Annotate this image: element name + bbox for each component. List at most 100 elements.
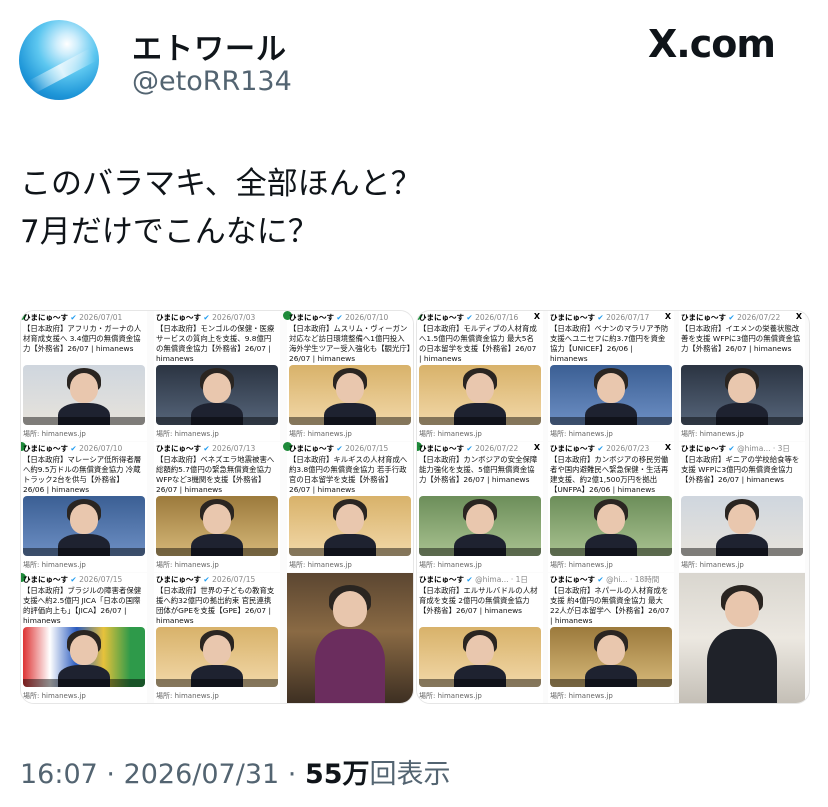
x-icon: X [664,443,671,452]
card-account: ひまにゅ〜す [419,313,464,322]
x-icon: X [664,312,671,321]
card-date: 2026/07/01 [79,313,123,322]
news-card: ひまにゅ〜す ✔ 2026/07/17 X 【日本政府】ベナンのマラリア予防支援… [548,311,674,441]
x-com-logo: X.com [648,22,776,66]
card-account: ひまにゅ〜す [289,313,334,322]
card-text: 【日本政府】モルディブの人材育成へ1.5億円の無償資金協力 最大5名の日本留学を… [419,324,537,363]
card-text: 【日本政府】モンゴルの保健・医療サービスの質向上を支援、9.8億円の無償資金協力… [156,324,275,363]
card-text: 【日本政府】イエメンの栄養状態改善を支援 WFPに3億円の無償資金協力【外務省】… [681,324,801,353]
avatar[interactable] [19,20,99,100]
verified-icon: ✔ [336,313,343,322]
tweet-date[interactable]: 2026/07/31 [124,759,280,790]
card-account: ひまにゅ〜す [156,444,201,453]
card-date: 2026/07/17 [606,313,650,322]
card-account: ひまにゅ〜す [23,575,68,584]
card-date: 2026/07/15 [345,444,389,453]
news-card: ひまにゅ〜す ✔ 2026/07/23 X 【日本政府】カンボジアの移民労働者や… [548,442,674,572]
card-date: 2026/07/16 [475,313,519,322]
card-source: 場所: himanews.jp [419,430,482,438]
card-account: ひまにゅ〜す [681,313,726,322]
x-icon: X [533,312,540,321]
card-text: 【日本政府】マレーシア低所得者層へ約9.5万ドルの無償資金協力 冷蔵トラック2台… [23,455,142,494]
tweet-text: このバラマキ、全部ほんと？ 7月だけでこんなに？ [20,160,422,256]
card-date: 2026/07/03 [212,313,256,322]
card-date: 2026/07/22 [475,444,519,453]
verified-icon: ✔ [597,444,604,453]
card-source: 場所: himanews.jp [156,561,219,569]
card-text: 【日本政府】ブラジルの障害者保健支援へ約2.5億円 JICA「日本の国際的評価向… [23,586,142,625]
card-account: ひまにゅ〜す [550,575,595,584]
card-source: 場所: himanews.jp [23,561,86,569]
card-source: 場所: himanews.jp [681,430,744,438]
card-account: ひまにゅ〜す [23,444,68,453]
card-date: 2026/07/23 [606,444,650,453]
verified-icon: ✔ [70,313,77,322]
card-account: ひまにゅ〜す [156,575,201,584]
card-text: 【日本政府】ネパールの人材育成を支援 約4億円の無償資金協力 最大22人が日本留… [550,586,670,625]
card-account: ひまにゅ〜す [550,444,595,453]
parliament-photo [287,573,413,703]
verified-icon: ✔ [597,575,604,584]
x-icon: X [533,443,540,452]
news-card: ひまにゅ〜す ✔ @hima... · 1日 【日本政府】エルサルバドルの人材育… [417,573,543,703]
separator: · [97,759,124,790]
card-photo [550,496,672,556]
verified-icon: ✔ [466,575,473,584]
tweet-time[interactable]: 16:07 [20,759,98,790]
news-card: ひまにゅ〜す ✔ 2026/07/22 X 【日本政府】カンボジアの安全保障能力… [417,442,543,572]
card-date: 2026/07/10 [345,313,389,322]
view-count: 55万 [304,759,370,790]
news-card: ひまにゅ〜す ✔ 2026/07/10 【日本政府】ムスリム・ヴィーガン対応など… [283,311,413,441]
verified-icon: ✔ [728,444,735,453]
verified-icon: ✔ [203,313,210,322]
card-photo [156,496,278,556]
card-source: 場所: himanews.jp [550,692,613,700]
verified-icon: ✔ [70,575,77,584]
card-date: 2026/07/15 [212,575,256,584]
portrait-photo [679,573,805,703]
card-account: ひまにゅ〜す [156,313,201,322]
card-source: 場所: himanews.jp [419,561,482,569]
verified-icon: ✔ [597,313,604,322]
card-photo [550,365,672,425]
card-source: 場所: himanews.jp [681,561,744,569]
card-source: 場所: himanews.jp [23,430,86,438]
card-text: 【日本政府】カンボジアの移民労働者や国内避難民へ緊急保健・生活再建支援、約2億1… [550,455,669,494]
tweet-meta: 16:07 · 2026/07/31 · 55万回表示 [20,752,451,791]
display-name[interactable]: エトワール [132,24,287,68]
user-handle[interactable]: @etoRR134 [132,66,292,97]
card-source: 場所: himanews.jp [419,692,482,700]
news-card: ひまにゅ〜す ✔ 2026/07/13 【日本政府】ベネズエラ地震被害へ総額約5… [154,442,280,572]
card-photo [681,365,803,425]
news-card: ひまにゅ〜す ✔ 2026/07/16 X 【日本政府】モルディブの人材育成へ1… [417,311,543,441]
news-card: ひまにゅ〜す ✔ 2026/07/15 【日本政府】キルギスの人材育成へ約3.8… [283,442,413,572]
card-date: @hi... · 18時間 [606,575,660,584]
news-card: ひまにゅ〜す ✔ 2026/07/01 【日本政府】アフリカ・ガーナの人材育成支… [21,311,147,441]
card-photo [156,627,278,687]
separator: · [279,759,305,790]
news-card: ひまにゅ〜す ✔ 2026/07/03 【日本政府】モンゴルの保健・医療サービス… [154,311,280,441]
card-text: 【日本政府】キルギスの人材育成へ約3.8億円の無償資金協力 若手行政官の日本留学… [289,455,408,494]
card-photo [419,627,541,687]
verified-icon: ✔ [466,313,473,322]
x-icon: X [795,312,802,321]
media-image-left[interactable]: ひまにゅ〜す ✔ 2026/07/01 【日本政府】アフリカ・ガーナの人材育成支… [20,310,414,704]
media-image-right[interactable]: ひまにゅ〜す ✔ 2026/07/16 X 【日本政府】モルディブの人材育成へ1… [416,310,810,704]
card-photo [419,496,541,556]
card-date: 2026/07/15 [79,575,123,584]
card-date: 2026/07/10 [79,444,123,453]
card-source: 場所: himanews.jp [289,561,352,569]
card-photo [681,496,803,556]
card-text: 【日本政府】世界の子どもの教育支援へ約32億円の拠出約束 官民連携団体がGPEを… [156,586,275,625]
verified-icon: ✔ [336,444,343,453]
card-account: ひまにゅ〜す [419,444,464,453]
tweet-line: このバラマキ、全部ほんと？ [20,166,422,202]
card-text: 【日本政府】ギニアの学校給食等を支援 WFPに3億円の無償資金協力【外務省】26… [681,455,800,484]
card-text: 【日本政府】カンボジアの安全保障能力強化を支援、5億円無償資金協力【外務省】26… [419,455,538,484]
card-account: ひまにゅ〜す [681,444,726,453]
card-account: ひまにゅ〜す [23,313,68,322]
card-source: 場所: himanews.jp [156,692,219,700]
verified-icon: ✔ [203,575,210,584]
card-photo [156,365,278,425]
card-source: 場所: himanews.jp [23,692,86,700]
